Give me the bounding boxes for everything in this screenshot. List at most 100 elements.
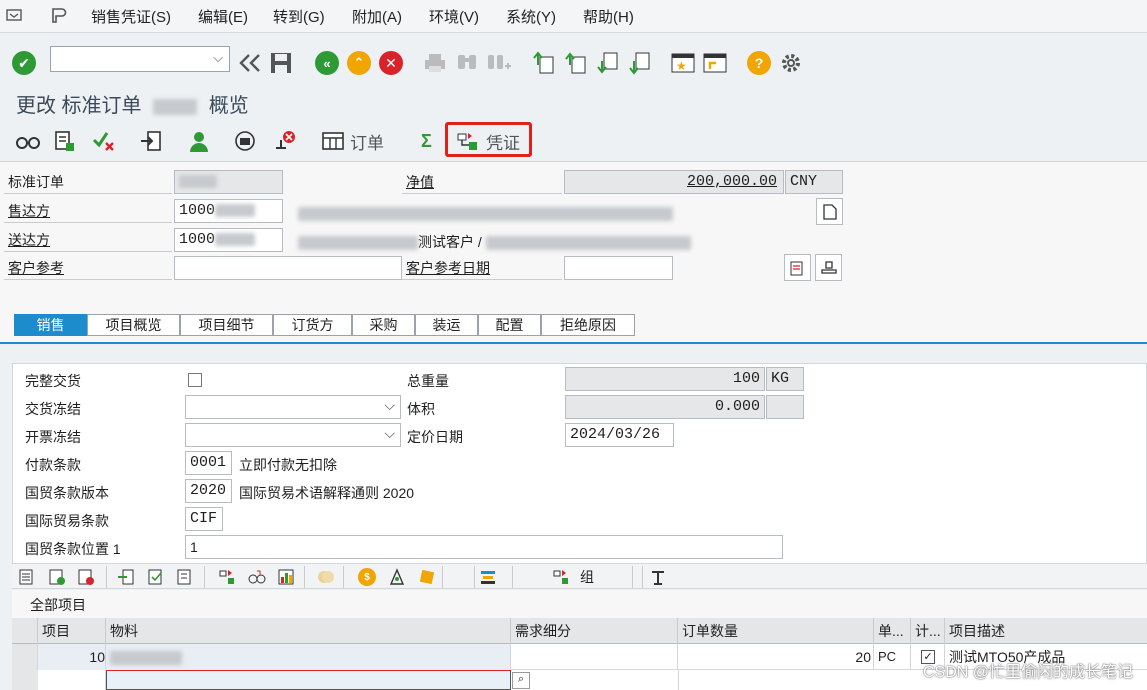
customer-reference-label: 客户参考 — [4, 256, 172, 280]
ship-to-field[interactable]: 1000 — [174, 228, 283, 252]
find-icon[interactable] — [454, 50, 480, 76]
sold-to-field[interactable]: 1000 — [174, 199, 283, 223]
column-order-quantity[interactable]: 订单数量 — [678, 618, 874, 644]
document-edit-icon[interactable] — [53, 130, 77, 152]
material-cell[interactable] — [106, 644, 511, 670]
move-icon[interactable] — [116, 567, 136, 587]
currency-icon[interactable]: $ — [357, 567, 377, 587]
enter-icon[interactable]: ✔ — [11, 50, 37, 76]
chevron-down-icon[interactable]: ⌵ — [213, 50, 223, 66]
menu-sales-document[interactable]: 销售凭证(S) — [91, 6, 171, 27]
menu-extras[interactable]: 附加(A) — [352, 6, 402, 27]
row-selector-header[interactable] — [12, 618, 38, 644]
details-icon[interactable] — [17, 567, 37, 587]
item-cell[interactable]: 10 — [38, 644, 106, 670]
exit-icon[interactable]: ⌃ — [346, 50, 372, 76]
insert-row-icon[interactable] — [47, 567, 67, 587]
customer-reference-field[interactable] — [174, 256, 402, 280]
partner-icon[interactable] — [188, 130, 210, 152]
complete-delivery-checkbox[interactable] — [188, 373, 202, 387]
column-unit[interactable]: 单... — [874, 618, 911, 644]
billing-block-select[interactable]: ⌵ — [185, 423, 401, 447]
shortcut-icon[interactable] — [702, 50, 728, 76]
column-item-description[interactable]: 项目描述 — [945, 618, 1147, 644]
order-button[interactable]: 订单 — [322, 130, 384, 153]
chevron-down-icon: ⌵ — [384, 425, 395, 441]
tools-icon[interactable] — [648, 567, 668, 587]
menu-environment[interactable]: 环境(V) — [429, 6, 479, 27]
standard-order-label: 标准订单 — [4, 170, 172, 194]
header-text-icon[interactable] — [784, 254, 811, 281]
group-button[interactable]: 组 — [552, 567, 612, 587]
tab-item-detail[interactable]: 项目细节 — [180, 314, 273, 336]
customer-reference-date-field[interactable] — [564, 256, 673, 280]
item-display-icon[interactable] — [247, 567, 267, 587]
last-page-icon[interactable] — [627, 50, 653, 76]
column-calc[interactable]: 计... — [911, 618, 945, 644]
payment-terms-field[interactable]: 0001 — [185, 451, 232, 475]
output-icon[interactable] — [234, 130, 258, 152]
tab-ordering-party[interactable]: 订货方 — [273, 314, 352, 336]
incoterms-field[interactable]: CIF — [185, 507, 223, 531]
pricing-icon[interactable] — [387, 567, 407, 587]
document-icon[interactable] — [816, 198, 843, 225]
tab-procurement[interactable]: 采购 — [352, 314, 415, 336]
row-selector[interactable] — [12, 670, 38, 690]
incoterms-location-field[interactable]: 1 — [185, 535, 783, 559]
select-all-icon[interactable] — [146, 567, 166, 587]
pricing-date-field[interactable]: 2024/03/26 — [565, 423, 674, 447]
tab-configuration[interactable]: 配置 — [478, 314, 541, 336]
menu-edit[interactable]: 编辑(E) — [198, 6, 248, 27]
tab-shipping[interactable]: 装运 — [415, 314, 478, 336]
column-requirement-segment[interactable]: 需求细分 — [511, 618, 678, 644]
quantity-cell[interactable]: 20 — [678, 644, 874, 670]
back-double-icon[interactable] — [237, 50, 263, 76]
find-next-icon[interactable] — [486, 50, 512, 76]
prev-page-icon[interactable] — [563, 50, 589, 76]
deselect-all-icon[interactable] — [175, 567, 195, 587]
tab-sales[interactable]: 销售 — [14, 314, 87, 336]
tab-rejection-reason[interactable]: 拒绝原因 — [541, 314, 635, 336]
sigma-icon: Σ — [421, 130, 432, 151]
command-field[interactable]: ⌵ — [50, 46, 230, 72]
incoterms-version-field[interactable]: 2020 — [185, 479, 232, 503]
column-material[interactable]: 物料 — [106, 618, 511, 644]
cancel-icon[interactable]: ✕ — [378, 50, 404, 76]
requirement-segment-cell[interactable] — [511, 644, 678, 670]
menu-goto[interactable]: 转到(G) — [273, 6, 325, 27]
help-icon[interactable]: ? — [746, 50, 772, 76]
delete-icon[interactable] — [273, 130, 297, 152]
display-icon[interactable] — [16, 130, 40, 152]
item-flow-icon[interactable] — [217, 567, 237, 587]
check-delete-icon[interactable] — [92, 130, 116, 152]
item-cell-empty[interactable] — [38, 670, 106, 690]
menu-system[interactable]: 系统(Y) — [506, 6, 556, 27]
stack-icon[interactable] — [478, 567, 498, 587]
menu-help[interactable]: 帮助(H) — [583, 6, 634, 27]
import-icon[interactable] — [139, 130, 163, 152]
tab-item-overview[interactable]: 项目概览 — [87, 314, 180, 336]
layout-menu-icon[interactable] — [50, 6, 68, 24]
save-icon[interactable] — [268, 50, 294, 76]
item-chart-icon[interactable] — [276, 567, 296, 587]
sold-to-description — [298, 205, 673, 222]
delete-row-icon[interactable] — [76, 567, 96, 587]
settings-icon[interactable] — [778, 50, 804, 76]
row-selector[interactable] — [12, 644, 38, 670]
next-page-icon[interactable] — [595, 50, 621, 76]
system-menu-icon[interactable] — [6, 8, 22, 22]
coins-icon[interactable] — [316, 567, 336, 587]
search-help-icon[interactable]: ⌕ — [512, 672, 530, 689]
print-icon[interactable] — [422, 50, 448, 76]
sum-button[interactable]: Σ — [421, 130, 432, 152]
back-icon[interactable]: « — [314, 50, 340, 76]
first-page-icon[interactable] — [531, 50, 557, 76]
material-input-active[interactable] — [106, 670, 511, 690]
delivery-block-select[interactable]: ⌵ — [185, 395, 401, 419]
new-session-icon[interactable]: ★ — [670, 50, 696, 76]
note-icon[interactable] — [417, 567, 437, 587]
column-item[interactable]: 项目 — [38, 618, 106, 644]
incoterms-label: 国际贸易条款 — [25, 513, 109, 529]
unit-cell[interactable]: PC — [874, 644, 911, 670]
stamp-icon[interactable] — [815, 254, 842, 281]
